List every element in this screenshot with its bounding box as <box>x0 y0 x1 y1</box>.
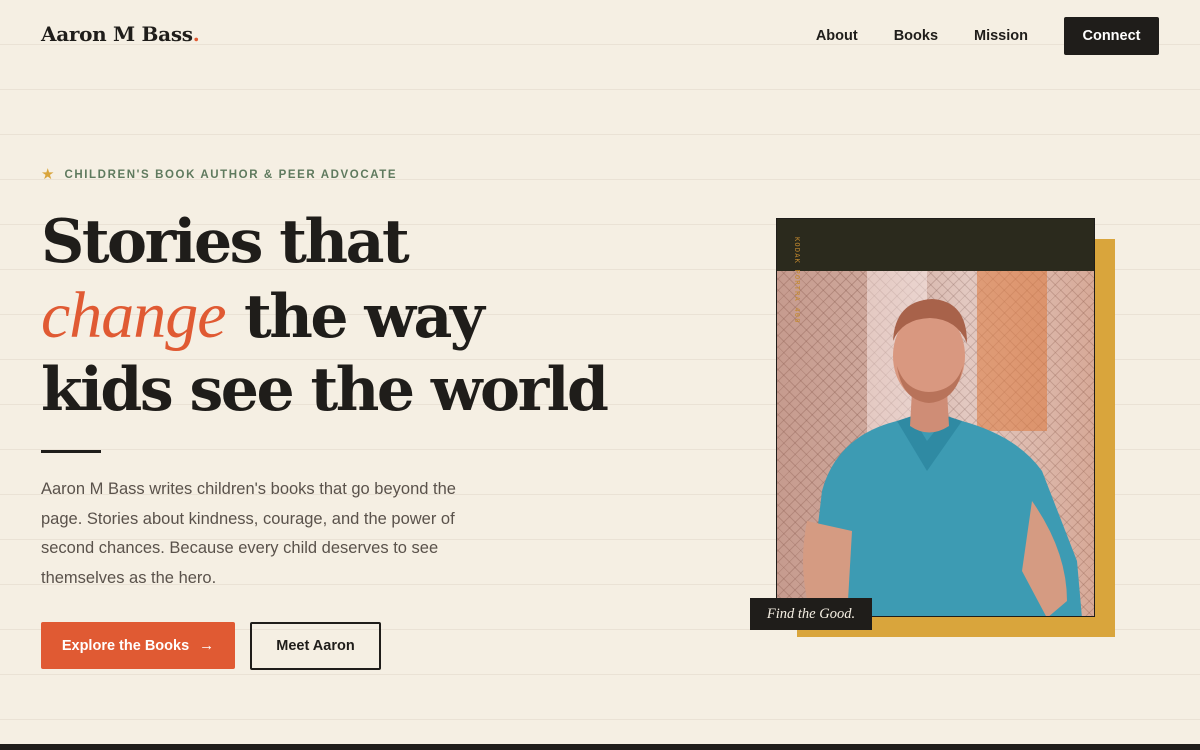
explore-books-button[interactable]: Explore the Books → <box>41 622 235 669</box>
hero-eyebrow: ★ CHILDREN'S BOOK AUTHOR & PEER ADVOCATE <box>41 167 397 182</box>
photo-caption: Find the Good. <box>750 598 872 630</box>
star-icon: ★ <box>41 166 55 183</box>
site-logo[interactable]: Aaron M Bass. <box>41 22 200 46</box>
logo-dot: . <box>192 22 200 46</box>
headline-divider <box>41 450 101 453</box>
author-photo <box>777 271 1094 616</box>
author-portrait <box>803 299 1082 616</box>
nav-link-books[interactable]: Books <box>894 28 938 44</box>
headline-line-3: kids see the world <box>41 355 609 425</box>
eyebrow-text: CHILDREN'S BOOK AUTHOR & PEER ADVOCATE <box>64 168 398 181</box>
connect-button[interactable]: Connect <box>1064 17 1159 55</box>
headline-accent: change <box>41 279 227 352</box>
arrow-right-icon: → <box>199 637 215 654</box>
hero-lead-paragraph: Aaron M Bass writes children's books tha… <box>41 480 456 587</box>
headline-line-2: the way <box>225 282 485 352</box>
nav-link-about[interactable]: About <box>816 28 858 44</box>
site-header: Aaron M Bass. About Books Mission Connec… <box>0 0 1200 72</box>
main-nav: About Books Mission Connect <box>816 0 1159 72</box>
hero-headline: Stories that change the way kids see the… <box>41 206 661 427</box>
explore-books-label: Explore the Books <box>61 637 190 654</box>
headline-line-1: Stories that <box>41 207 410 277</box>
film-edge-text: KODAK PORTRA 400 <box>793 237 801 324</box>
author-photo-frame: KODAK PORTRA 400 <box>776 218 1095 617</box>
nav-link-mission[interactable]: Mission <box>974 28 1028 44</box>
meet-aaron-button[interactable]: Meet Aaron <box>250 622 381 670</box>
bottom-edge-bar <box>0 744 1200 750</box>
